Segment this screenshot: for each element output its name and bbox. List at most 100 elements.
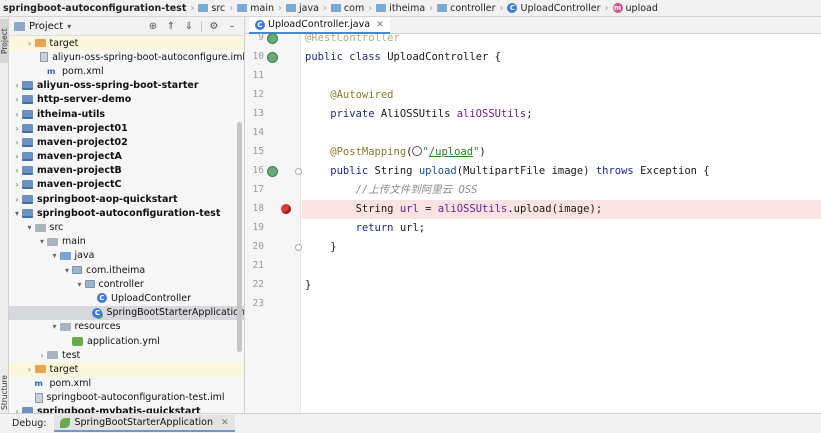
code-line[interactable]: return url; [302, 219, 821, 238]
tree-item[interactable]: › springboot-mybatis-quickstart [9, 405, 244, 413]
tree-item[interactable]: m pom.xml [9, 377, 244, 391]
tree-item[interactable]: application.yml [9, 334, 244, 348]
tree-item[interactable]: springboot-autoconfiguration-test.iml [9, 391, 244, 405]
code-line[interactable] [302, 295, 821, 314]
tree-item[interactable]: › aliyun-oss-spring-boot-starter [9, 79, 244, 93]
locate-file-icon[interactable]: ⊕ [147, 21, 159, 32]
breadcrumb-item[interactable]: com [330, 3, 364, 14]
gear-icon[interactable]: ⚙ [208, 21, 220, 32]
structure-tool-button[interactable]: Structure [0, 373, 9, 413]
close-icon[interactable]: ✕ [376, 20, 384, 30]
breakpoint-icon[interactable] [281, 204, 291, 214]
tree-item[interactable]: aliyun-oss-spring-boot-autoconfigure.iml [9, 50, 244, 64]
fold-marker-icon[interactable] [295, 244, 302, 251]
chevron-down-icon[interactable]: ▾ [67, 22, 71, 31]
editor-tab-bar: C UploadController.java ✕ [245, 17, 821, 34]
tree-item[interactable]: m pom.xml [9, 64, 244, 78]
project-view-selector[interactable]: Project [29, 21, 63, 32]
tree-item[interactable]: ▾ springboot-autoconfiguration-test [9, 206, 244, 220]
tree-item[interactable]: › maven-projectA [9, 150, 244, 164]
tree-item[interactable]: ▾ src [9, 220, 244, 234]
chevron-right-icon[interactable]: › [12, 180, 22, 189]
module-icon [22, 109, 33, 119]
module-icon [22, 152, 33, 162]
spring-bean-icon[interactable] [267, 33, 278, 44]
chevron-right-icon[interactable]: › [12, 81, 22, 90]
tree-scrollbar[interactable] [237, 122, 242, 352]
code-editor[interactable]: @RestController public class UploadContro… [302, 34, 821, 413]
breadcrumb-item[interactable]: src [198, 3, 225, 14]
editor-gutter[interactable]: 9 10 11 12 13 14 15 16 17 18 19 20 21 22 23 [245, 32, 302, 413]
chevron-right-icon[interactable]: › [12, 195, 22, 204]
tree-item[interactable]: › maven-projectB [9, 164, 244, 178]
chevron-down-icon[interactable]: ▾ [50, 251, 60, 260]
tree-item[interactable]: › target [9, 36, 244, 51]
code-line[interactable]: @RestController [302, 34, 821, 48]
code-line[interactable] [302, 124, 821, 143]
tree-item[interactable]: ▾ resources [9, 320, 244, 334]
chevron-right-icon[interactable]: › [12, 110, 22, 119]
spring-bean-icon[interactable] [267, 166, 278, 177]
code-token: @PostMapping [305, 146, 407, 158]
code-line[interactable] [302, 257, 821, 276]
tree-item[interactable]: › maven-project02 [9, 135, 244, 149]
chevron-right-icon[interactable]: › [12, 124, 22, 133]
breadcrumb-item[interactable]: main [237, 3, 274, 14]
fold-marker-icon[interactable] [295, 168, 302, 175]
tree-item[interactable]: › maven-project01 [9, 121, 244, 135]
code-line[interactable]: } [302, 276, 821, 295]
chevron-down-icon[interactable]: ▾ [37, 237, 47, 246]
chevron-down-icon[interactable]: ▾ [50, 322, 60, 331]
debug-session-tab[interactable]: SpringBootStarterApplication ✕ [54, 415, 235, 432]
code-line[interactable]: private AliOSSUtils aliOSSUtils; [302, 105, 821, 124]
chevron-down-icon[interactable]: ▾ [62, 266, 72, 275]
minimize-icon[interactable]: – [226, 21, 238, 32]
code-line[interactable] [302, 67, 821, 86]
tab-upload-controller[interactable]: C UploadController.java ✕ [249, 17, 390, 34]
code-token: /upload [428, 146, 474, 158]
code-line[interactable]: } [302, 238, 821, 257]
tree-item[interactable]: ▾ java [9, 249, 244, 263]
breadcrumb-item[interactable]: springboot-autoconfiguration-test [3, 3, 186, 14]
code-line[interactable]: public String upload(MultipartFile image… [302, 162, 821, 181]
tree-item[interactable]: ▾ controller [9, 277, 244, 291]
chevron-down-icon[interactable]: ▾ [25, 223, 35, 232]
chevron-down-icon[interactable]: ▾ [12, 209, 22, 218]
chevron-right-icon[interactable]: › [12, 138, 22, 147]
tree-item[interactable]: › itheima-utils [9, 107, 244, 121]
chevron-right-icon[interactable]: › [25, 365, 35, 374]
collapse-all-icon[interactable]: ⇑ [165, 21, 177, 32]
tree-item[interactable]: › target [9, 362, 244, 377]
tree-item[interactable]: ▾ main [9, 235, 244, 249]
tree-item[interactable]: C SpringBootStarterApplication [9, 305, 244, 320]
code-line[interactable]: @PostMapping("/upload") [302, 143, 821, 162]
breadcrumb-item[interactable]: java [286, 3, 319, 14]
project-tool-button[interactable]: Project [0, 19, 9, 63]
breadcrumb-item[interactable]: controller [437, 3, 495, 14]
web-globe-icon[interactable] [412, 146, 423, 156]
code-token: String [305, 203, 400, 215]
breadcrumb-item[interactable]: m upload [612, 3, 658, 14]
spring-bean-icon[interactable] [267, 52, 278, 63]
tree-item[interactable]: ▾ com.itheima [9, 263, 244, 277]
chevron-right-icon[interactable]: › [12, 95, 22, 104]
chevron-right-icon[interactable]: › [37, 351, 47, 360]
tree-item[interactable]: › maven-projectC [9, 178, 244, 192]
breadcrumb-item[interactable]: C UploadController [507, 3, 601, 14]
tree-item[interactable]: › test [9, 348, 244, 362]
expand-all-icon[interactable]: ⇓ [183, 21, 195, 32]
breadcrumb-item[interactable]: itheima [376, 3, 425, 14]
chevron-right-icon[interactable]: › [12, 166, 22, 175]
chevron-right-icon[interactable]: › [25, 39, 35, 48]
tree-item[interactable]: C UploadController [9, 291, 244, 305]
close-icon[interactable]: ✕ [221, 418, 229, 428]
code-line[interactable]: public class UploadController { [302, 48, 821, 67]
chevron-down-icon[interactable]: ▾ [75, 280, 85, 289]
code-line[interactable]: @Autowired [302, 86, 821, 105]
tree-item[interactable]: › http-server-demo [9, 93, 244, 107]
code-line[interactable]: String url = aliOSSUtils.upload(image); [302, 200, 821, 219]
chevron-right-icon[interactable]: › [12, 152, 22, 161]
code-line[interactable]: //上传文件到阿里云 OSS [302, 181, 821, 200]
module-icon [22, 137, 33, 147]
tree-item[interactable]: › springboot-aop-quickstart [9, 192, 244, 206]
